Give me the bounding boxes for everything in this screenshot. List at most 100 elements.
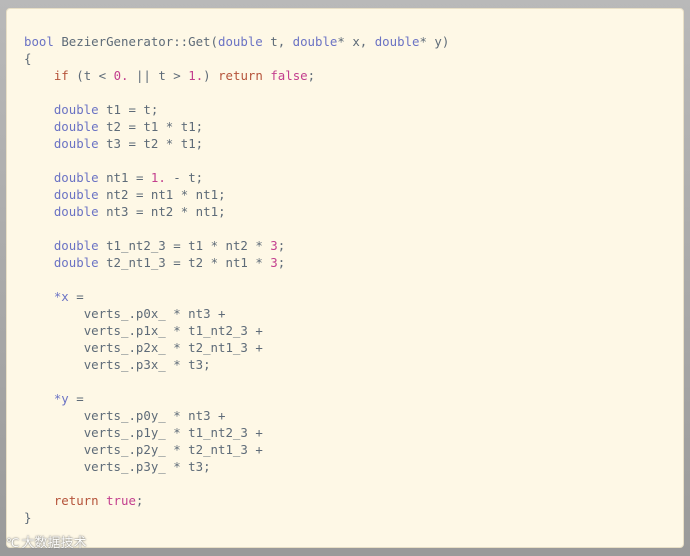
code-token: 3 — [270, 255, 278, 270]
code-token: , — [359, 34, 375, 49]
code-token: x — [352, 34, 360, 49]
code-token: verts_.p0x_ — [83, 306, 166, 321]
code-token: t2 — [106, 119, 121, 134]
code-token: double — [53, 119, 99, 134]
code-token: verts_.p3y_ — [83, 459, 166, 474]
code-token: + — [255, 442, 263, 457]
code-token: - — [173, 170, 181, 185]
code-line: double t1_nt2_3 = t1 * nt2 * 3; — [24, 237, 449, 254]
code-token: t1_nt2_3 — [188, 323, 248, 338]
code-token: nt3 — [188, 408, 211, 423]
code-line: double nt3 = nt2 * nt1; — [24, 203, 449, 220]
code-token: * — [173, 340, 181, 355]
code-token: t1 — [188, 238, 204, 253]
code-token: t2_nt1_3 — [188, 340, 248, 355]
code-token: 1. — [150, 170, 166, 185]
code-token: t2 — [188, 255, 204, 270]
code-line: return true; — [24, 492, 449, 509]
code-token: * — [337, 34, 345, 49]
code-token: < — [98, 68, 107, 83]
code-token: ) — [203, 68, 211, 83]
code-line: verts_.p3x_ * t3; — [24, 356, 449, 373]
code-token: = — [128, 102, 136, 117]
code-token: + — [255, 340, 263, 355]
code-token: double — [53, 136, 99, 151]
code-line: double nt1 = 1. - t; — [24, 169, 449, 186]
code-line: if (t < 0. || t > 1.) return false; — [24, 67, 449, 84]
code-token: double — [292, 34, 338, 49]
code-token: t2_nt1_3 — [106, 255, 166, 270]
code-token: = — [128, 119, 136, 134]
code-token: ; — [203, 459, 211, 474]
code-line: verts_.p2x_ * t2_nt1_3 + — [24, 339, 449, 356]
code-token: t1 — [180, 119, 196, 134]
code-line: double t2_nt1_3 = t2 * nt1 * 3; — [24, 254, 449, 271]
code-line: verts_.p1x_ * t1_nt2_3 + — [24, 322, 449, 339]
code-content: bool BezierGenerator::Get(double t, doub… — [24, 33, 449, 526]
code-token: ) — [441, 34, 450, 49]
code-token: bool — [24, 34, 54, 49]
code-token: * — [419, 34, 427, 49]
code-line: double t3 = t2 * t1; — [24, 135, 449, 152]
watermark: ℃ 大数据技术 — [6, 532, 87, 551]
code-token: nt2 — [225, 238, 248, 253]
code-line: } — [24, 509, 449, 526]
code-token: verts_.p1x_ — [83, 323, 166, 338]
code-token: ; — [307, 68, 316, 83]
code-token: ; — [195, 170, 204, 185]
code-token: 0. — [113, 68, 129, 83]
code-token: ; — [195, 136, 204, 151]
code-token: 3 — [270, 238, 278, 253]
code-token: ( — [76, 68, 84, 83]
code-token: > — [173, 68, 181, 83]
code-token: = — [76, 289, 84, 304]
code-token: * — [173, 459, 181, 474]
code-token: = — [173, 238, 181, 253]
code-token: return — [218, 68, 263, 83]
code-token: nt1 — [150, 187, 174, 202]
code-token: t — [158, 68, 166, 83]
code-token: y — [434, 34, 442, 49]
code-token: t — [270, 34, 278, 49]
code-token: * — [173, 442, 181, 457]
code-line: verts_.p2y_ * t2_nt1_3 + — [24, 441, 449, 458]
code-token: verts_.p2y_ — [83, 442, 166, 457]
code-token: nt3 — [188, 306, 211, 321]
watermark-logo-icon: ℃ — [6, 536, 20, 550]
code-token: t2 — [143, 136, 159, 151]
